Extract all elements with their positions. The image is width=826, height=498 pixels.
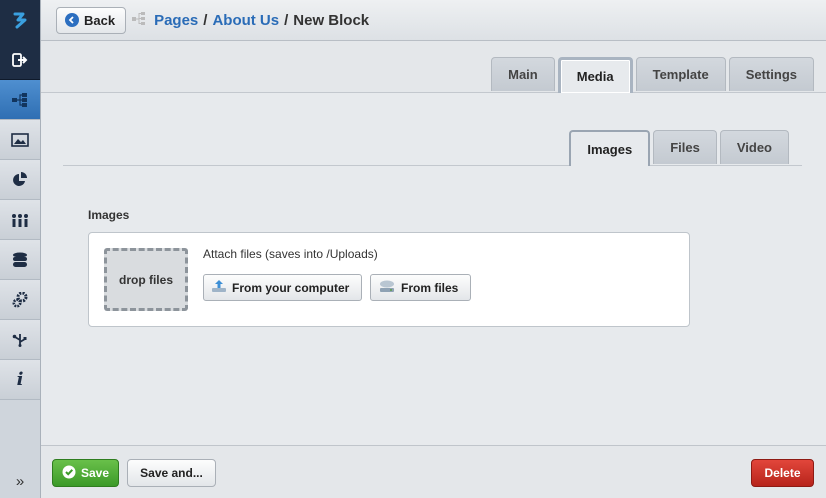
media-subtab-bar: Images Files Video: [63, 130, 802, 166]
database-icon[interactable]: [0, 240, 40, 280]
sitemap-icon[interactable]: [0, 80, 40, 120]
back-label: Back: [84, 12, 116, 28]
subtab-images[interactable]: Images: [569, 130, 651, 166]
tab-settings[interactable]: Settings: [728, 57, 814, 91]
from-computer-label: From your computer: [232, 280, 350, 295]
attach-files-hint: Attach files (saves into /Uploads): [203, 247, 378, 261]
breadcrumb-about-link[interactable]: About Us: [212, 12, 279, 29]
media-subtabs: Images Files Video: [569, 130, 789, 166]
back-button[interactable]: Back: [56, 6, 127, 34]
main-tab-bar: Main Media Template Settings: [41, 41, 826, 93]
usb-icon[interactable]: [0, 320, 40, 360]
subtab-files[interactable]: Files: [653, 130, 717, 164]
tab-main[interactable]: Main: [491, 57, 555, 91]
from-files-label: From files: [401, 280, 459, 295]
expand-sidebar-button[interactable]: »: [0, 473, 40, 490]
drop-files-zone[interactable]: drop files: [104, 248, 188, 311]
from-computer-button[interactable]: From your computer: [203, 274, 363, 301]
image-upload-panel: drop files Attach files (saves into /Upl…: [88, 232, 690, 327]
cloud-drive-icon: [378, 279, 396, 296]
breadcrumb-current: New Block: [293, 11, 370, 29]
subtab-video[interactable]: Video: [719, 130, 789, 164]
pie-chart-icon[interactable]: [0, 160, 40, 200]
top-bar: Back Pages / About Us / New Block: [41, 0, 826, 41]
save-label: Save: [80, 466, 110, 480]
checkmark-icon: [62, 465, 76, 482]
from-files-button[interactable]: From files: [370, 274, 472, 301]
users-icon[interactable]: [0, 200, 40, 240]
info-icon[interactable]: i: [0, 360, 40, 400]
upload-icon: [211, 279, 227, 296]
breadcrumb-separator: /: [203, 11, 208, 29]
main-tabs: Main Media Template Settings: [491, 57, 814, 93]
tab-media[interactable]: Media: [557, 57, 633, 93]
images-section-label: Images: [88, 208, 130, 222]
image-icon[interactable]: [0, 120, 40, 160]
main-content: Main Media Template Settings Images File…: [41, 41, 826, 445]
breadcrumb: Pages / About Us / New Block: [154, 12, 369, 29]
breadcrumb-pages-link[interactable]: Pages: [154, 12, 198, 29]
sidebar: i »: [0, 0, 41, 498]
breadcrumb-separator: /: [284, 11, 289, 29]
sign-out-icon[interactable]: [0, 40, 40, 80]
sitemap-icon: [132, 11, 146, 29]
save-and-button[interactable]: Save and...: [127, 459, 216, 487]
back-arrow-icon: [65, 13, 79, 27]
logo-icon[interactable]: [0, 0, 40, 40]
footer-bar: Save Save and... Delete: [41, 445, 826, 498]
tab-template[interactable]: Template: [635, 57, 726, 91]
gears-icon[interactable]: [0, 280, 40, 320]
save-button[interactable]: Save: [52, 459, 119, 487]
delete-button[interactable]: Delete: [751, 459, 814, 487]
